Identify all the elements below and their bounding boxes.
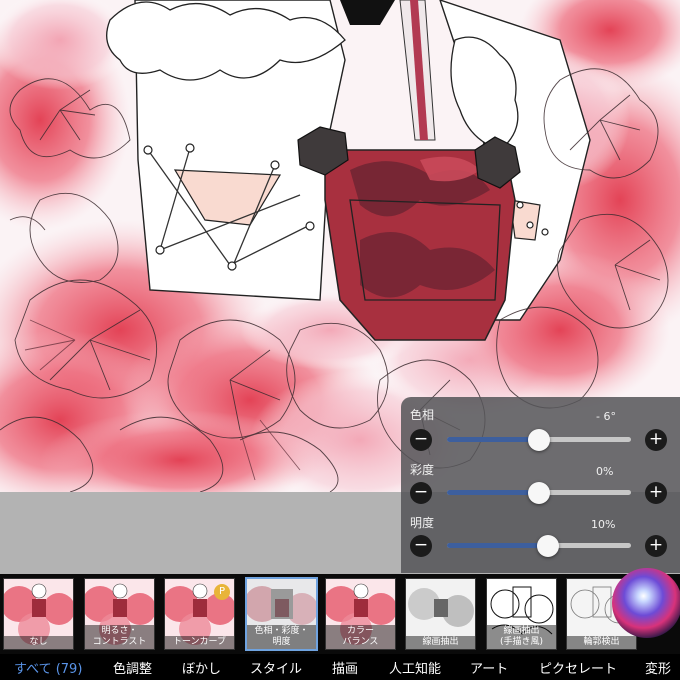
filter-label-line: 明るさ・ xyxy=(101,626,138,636)
saturation-increase-button[interactable]: + xyxy=(645,482,667,504)
filter-label: カラー バランス xyxy=(326,625,395,649)
category-tab[interactable]: 変形 xyxy=(645,658,671,677)
filter-label: 線画抽出 xyxy=(406,636,475,649)
hue-decrease-button[interactable]: − xyxy=(410,429,432,451)
plus-icon: + xyxy=(648,535,664,555)
category-tab[interactable]: ピクセレート xyxy=(539,658,617,677)
filter-label-line: (手描き風) xyxy=(499,637,544,647)
hue-saturation-panel: 色相 - 6° − + 彩度 0% − + 明度 10% − + xyxy=(401,397,680,573)
minus-icon: − xyxy=(413,535,429,555)
minus-icon: − xyxy=(413,482,429,502)
category-tab[interactable]: スタイル xyxy=(250,658,302,677)
saturation-value: 0% xyxy=(596,465,614,478)
hue-label: 色相 xyxy=(410,408,435,422)
filter-label-line: なし xyxy=(29,637,48,647)
hue-increase-button[interactable]: + xyxy=(645,429,667,451)
filter-label-line: バランス xyxy=(342,637,379,647)
category-tab[interactable]: 描画 xyxy=(332,658,358,677)
plus-icon: + xyxy=(648,429,664,449)
filter-label-line: 輪郭検出 xyxy=(583,637,620,647)
filter-label-line: 明度 xyxy=(272,637,291,647)
brightness-slider-thumb[interactable] xyxy=(537,535,560,557)
hue-value: - 6° xyxy=(596,410,616,423)
filter-strip: なし 明るさ・ コントラスト トーンカーブ 色相・彩度・ 明度 カラー バランス 線画抽出 線画抽… xyxy=(0,574,680,654)
filter-label: トーンカーブ xyxy=(165,636,234,649)
saturation-label: 彩度 xyxy=(410,463,435,477)
filter-thumb[interactable]: 線画抽出 (手描き風) xyxy=(486,578,557,650)
category-tab[interactable]: ぼかし xyxy=(182,658,221,677)
saturation-slider-thumb[interactable] xyxy=(528,482,550,504)
minus-icon: − xyxy=(413,429,429,449)
filter-thumb[interactable]: 明るさ・ コントラスト xyxy=(84,578,155,650)
filter-label-line: 色相・彩度・ xyxy=(254,626,309,636)
hue-slider-fill xyxy=(447,437,539,442)
category-tab[interactable]: アート xyxy=(470,658,508,677)
saturation-decrease-button[interactable]: − xyxy=(410,482,432,504)
brightness-increase-button[interactable]: + xyxy=(645,535,667,557)
filter-category-tabs: すべて (79) 色調整 ぼかし スタイル 描画 人工知能 アート ピクセレート 変形 xyxy=(0,654,680,680)
category-tab[interactable]: すべて (79) xyxy=(14,658,82,677)
saturation-slider-fill xyxy=(447,490,539,495)
filter-thumb[interactable]: カラー バランス xyxy=(325,578,396,650)
premium-badge: P xyxy=(214,584,230,600)
hue-slider-thumb[interactable] xyxy=(528,429,550,451)
filter-label: 輪郭検出 xyxy=(567,636,636,649)
filter-label-line: 線画抽出 xyxy=(503,626,540,636)
filter-label: 明るさ・ コントラスト xyxy=(85,625,154,649)
filter-label-line: カラー xyxy=(346,626,374,636)
filter-label-line: トーンカーブ xyxy=(172,637,226,647)
brightness-value: 10% xyxy=(591,518,616,531)
brightness-label: 明度 xyxy=(410,516,435,530)
filter-label: 線画抽出 (手描き風) xyxy=(487,625,556,649)
plus-icon: + xyxy=(648,482,664,502)
brightness-decrease-button[interactable]: − xyxy=(410,535,432,557)
filter-label-line: 線画抽出 xyxy=(422,637,459,647)
filter-thumb[interactable]: なし xyxy=(3,578,74,650)
category-tab[interactable]: 人工知能 xyxy=(389,658,441,677)
filter-label-line: コントラスト xyxy=(92,637,147,647)
filter-thumb[interactable]: 色相・彩度・ 明度 xyxy=(245,577,318,651)
filter-thumb[interactable]: 線画抽出 xyxy=(405,578,476,650)
filter-label: なし xyxy=(4,636,73,649)
siri-icon[interactable] xyxy=(612,568,680,638)
brightness-slider-fill xyxy=(447,543,549,548)
category-tab[interactable]: 色調整 xyxy=(113,658,152,677)
filter-label: 色相・彩度・ 明度 xyxy=(247,625,316,649)
